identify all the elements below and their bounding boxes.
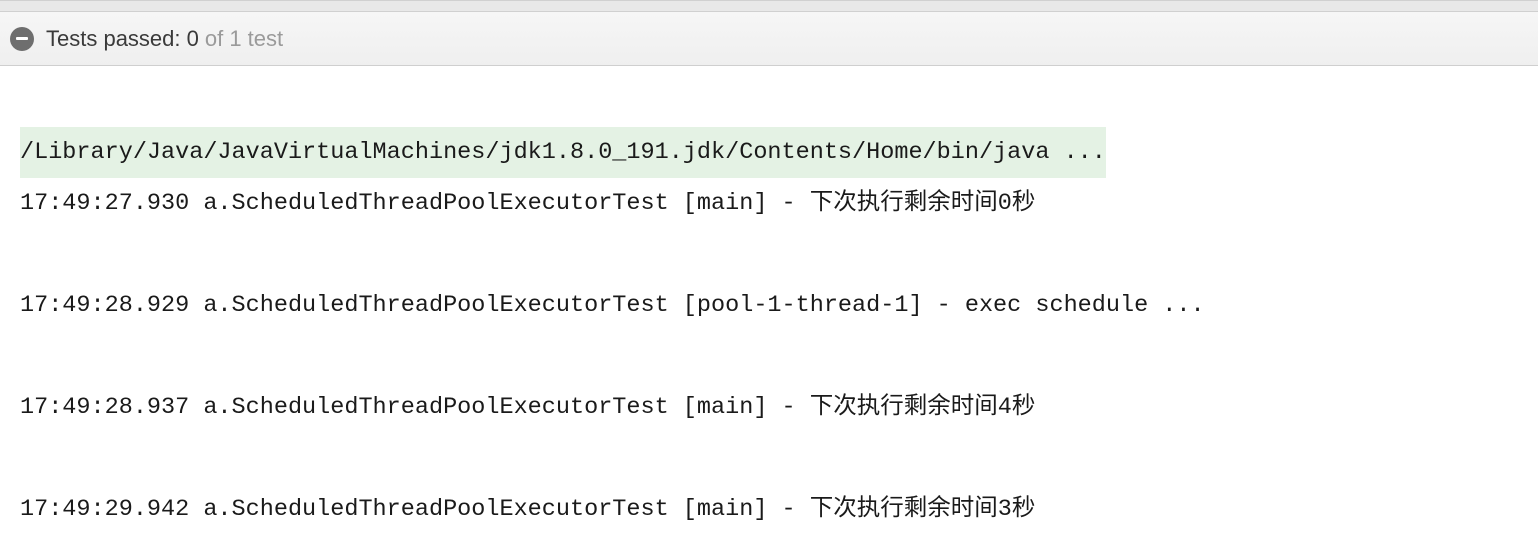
- status-suffix: of 1 test: [205, 26, 283, 52]
- log-line: 17:49:27.930 a.ScheduledThreadPoolExecut…: [20, 178, 1518, 229]
- console-output[interactable]: /Library/Java/JavaVirtualMachines/jdk1.8…: [0, 66, 1538, 554]
- status-text: Tests passed: 0: [46, 26, 199, 52]
- command-line: /Library/Java/JavaVirtualMachines/jdk1.8…: [20, 127, 1106, 178]
- panel-top-strip: [0, 0, 1538, 12]
- log-line: 17:49:28.937 a.ScheduledThreadPoolExecut…: [20, 382, 1518, 433]
- test-status-bar: Tests passed: 0 of 1 test: [0, 12, 1538, 66]
- status-fail-icon: [10, 27, 34, 51]
- log-line: 17:49:28.929 a.ScheduledThreadPoolExecut…: [20, 280, 1518, 331]
- log-line: 17:49:29.942 a.ScheduledThreadPoolExecut…: [20, 484, 1518, 535]
